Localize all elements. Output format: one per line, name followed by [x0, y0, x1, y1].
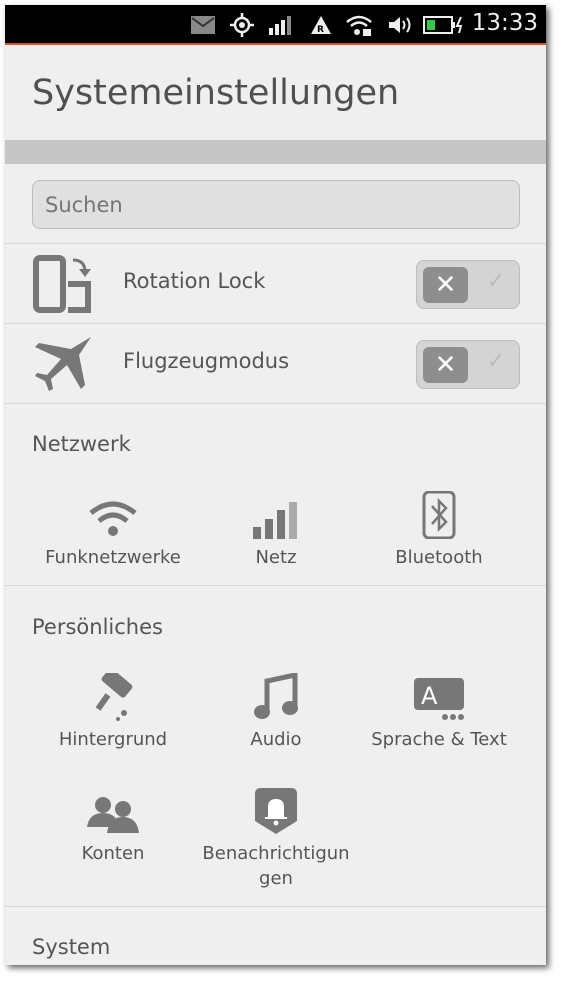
tile-label: Konten [81, 843, 145, 864]
tile-label: Benachrichtigun gen [202, 843, 350, 889]
mail-icon [190, 13, 216, 37]
tile-wifi[interactable]: Funknetzwerke [28, 495, 198, 570]
tile-accounts[interactable]: Konten [28, 791, 198, 866]
tile-label: Audio [250, 729, 302, 750]
divider [5, 585, 546, 586]
close-icon: ✕ [423, 267, 468, 303]
airplane-mode-row[interactable]: Flugzeugmodus ✕ ✓ [5, 323, 546, 403]
paint-roller-icon [28, 673, 198, 721]
battery-charging-icon [423, 13, 465, 37]
search-input[interactable] [32, 180, 520, 229]
tile-label: Hintergrund [58, 729, 168, 750]
bluetooth-icon [354, 491, 524, 539]
tile-label: Bluetooth [395, 547, 483, 568]
divider [5, 906, 546, 907]
tile-label: Netz [255, 547, 297, 568]
screen: R 13:33 Systemeinstellungen Rotation Loc… [5, 5, 546, 965]
airplane-mode-label: Flugzeugmodus [123, 349, 290, 373]
tile-label: Funknetzwerke [45, 547, 181, 568]
signal-icon [267, 13, 293, 37]
airplane-icon [33, 335, 93, 393]
tile-bluetooth[interactable]: Bluetooth [354, 491, 524, 570]
tile-notifications[interactable]: Benachrichtigun gen [191, 788, 361, 891]
tile-cellular[interactable]: Netz [191, 495, 361, 570]
location-icon [229, 13, 255, 37]
section-title-system: System [32, 935, 111, 959]
rotation-lock-label: Rotation Lock [123, 269, 266, 293]
rotation-lock-icon [33, 255, 93, 313]
page-title: Systemeinstellungen [32, 73, 400, 113]
header-divider-bar [5, 140, 546, 164]
signal-bars-icon [191, 495, 361, 539]
music-note-icon [191, 673, 361, 721]
tile-audio[interactable]: Audio [191, 673, 361, 752]
close-icon: ✕ [423, 347, 468, 383]
accounts-icon [28, 791, 198, 835]
rotation-lock-row[interactable]: Rotation Lock ✕ ✓ [5, 243, 546, 323]
section-title-personal: Persönliches [32, 615, 163, 639]
check-icon: ✓ [486, 269, 505, 294]
tile-language[interactable]: A Sprache & Text [354, 677, 524, 752]
status-bar: R 13:33 [5, 5, 546, 45]
notification-bell-icon [191, 788, 361, 835]
svg-text:A: A [421, 682, 438, 710]
tile-background[interactable]: Hintergrund [28, 673, 198, 752]
airplane-mode-toggle[interactable]: ✕ ✓ [416, 340, 520, 389]
wifi-locked-icon [345, 13, 373, 37]
check-icon: ✓ [486, 349, 505, 374]
section-title-network: Netzwerk [32, 432, 131, 456]
wifi-icon [28, 495, 198, 539]
rotation-lock-toggle[interactable]: ✕ ✓ [416, 260, 520, 309]
clock: 13:33 [471, 10, 538, 36]
volume-icon [387, 13, 413, 37]
divider [5, 403, 546, 404]
language-text-icon: A [354, 677, 524, 721]
roaming-icon: R [309, 13, 333, 37]
svg-text:R: R [317, 25, 324, 35]
tile-label: Sprache & Text [371, 729, 507, 750]
